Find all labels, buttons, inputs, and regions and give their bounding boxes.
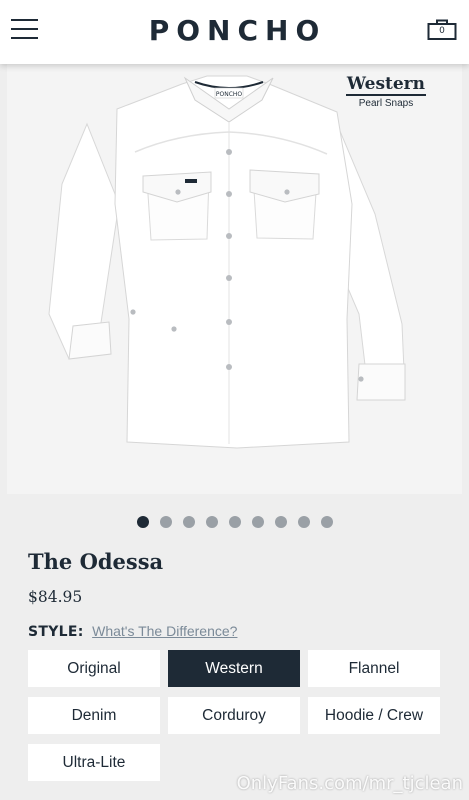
style-option-ultra-lite[interactable]: Ultra-Lite <box>28 744 160 781</box>
cart-button[interactable]: 0 <box>427 17 457 41</box>
western-pearl-snaps-badge: Western Pearl Snaps <box>345 74 426 109</box>
product-price: $84.95 <box>28 588 83 606</box>
carousel-dot[interactable] <box>182 515 195 528</box>
carousel-dot[interactable] <box>228 515 241 528</box>
site-header: PONCHO 0 <box>0 0 469 64</box>
badge-title: Western <box>345 74 426 96</box>
shirt-image: PONCHO <box>48 75 406 449</box>
carousel-dot[interactable] <box>320 515 333 528</box>
product-title: The Odessa <box>28 549 164 574</box>
style-option-original[interactable]: Original <box>28 650 160 687</box>
style-option-hoodie-crew[interactable]: Hoodie / Crew <box>308 697 440 734</box>
cart-count: 0 <box>439 26 445 36</box>
carousel-dot[interactable] <box>205 515 218 528</box>
badge-subtitle: Pearl Snaps <box>358 98 414 109</box>
style-label: STYLE: <box>28 624 84 640</box>
style-option-flannel[interactable]: Flannel <box>308 650 440 687</box>
carousel-dot[interactable] <box>297 515 310 528</box>
brand-logo[interactable]: PONCHO <box>0 14 469 47</box>
style-option-corduroy[interactable]: Corduroy <box>168 697 300 734</box>
carousel-dot[interactable] <box>251 515 264 528</box>
carousel-dots <box>0 511 469 528</box>
watermark: OnlyFans.com/mr_tjclean <box>236 773 463 794</box>
carousel-dot[interactable] <box>136 515 149 528</box>
style-option-denim[interactable]: Denim <box>28 697 160 734</box>
shirt-label: PONCHO <box>216 91 243 98</box>
carousel-dot[interactable] <box>159 515 172 528</box>
whats-the-difference-link[interactable]: What's The Difference? <box>92 623 237 639</box>
style-header: STYLE: What's The Difference? <box>28 623 237 640</box>
carousel-dot[interactable] <box>274 515 287 528</box>
product-image[interactable]: PONCHO Western Pearl Snaps <box>7 64 462 494</box>
style-option-western[interactable]: Western <box>168 650 300 687</box>
